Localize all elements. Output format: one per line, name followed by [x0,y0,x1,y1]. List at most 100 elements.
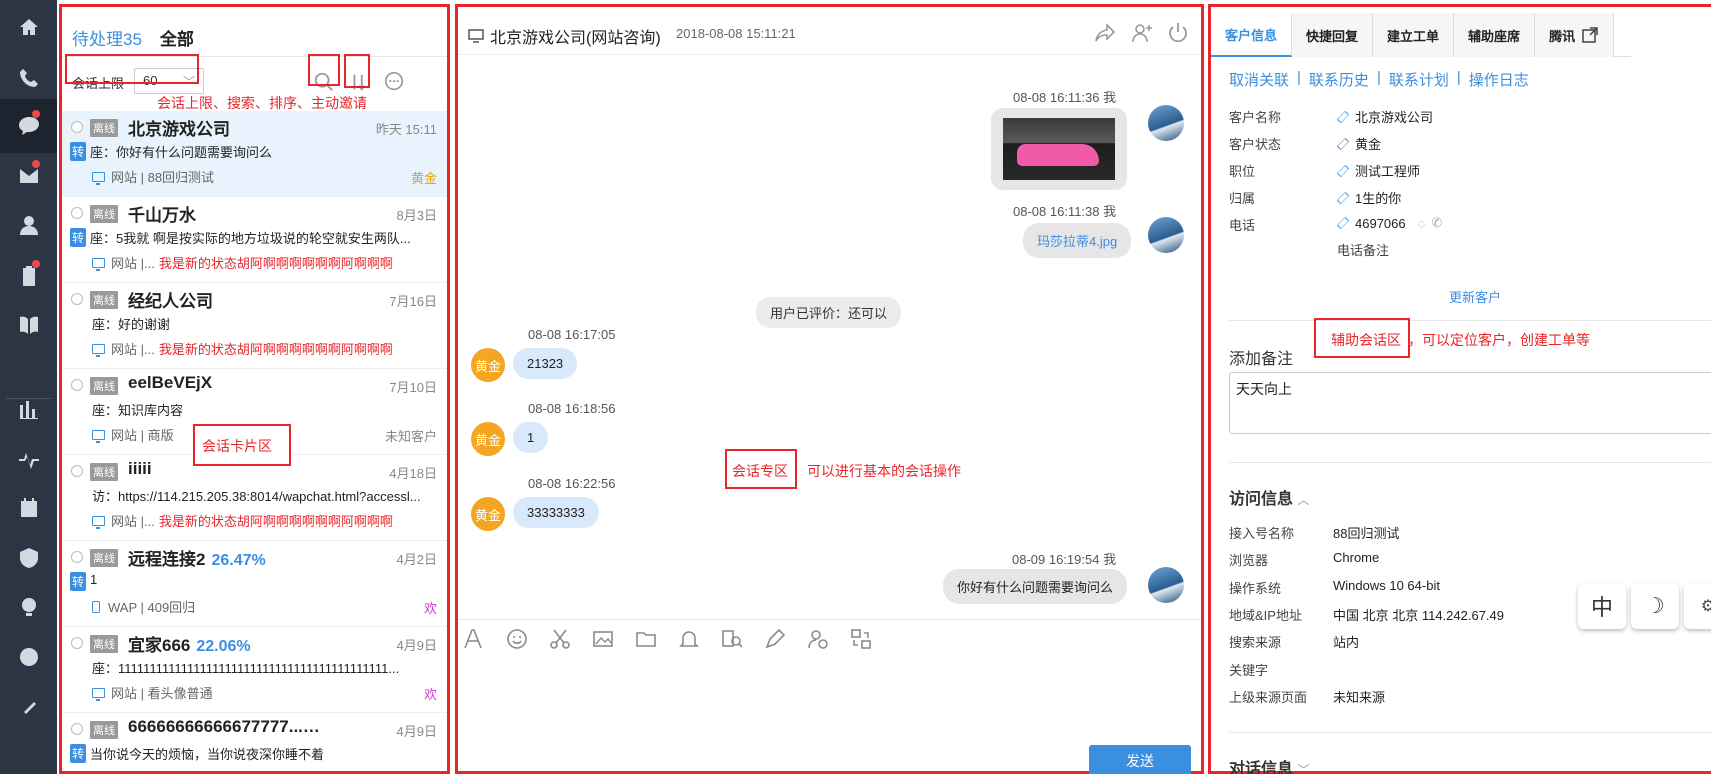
tab-4[interactable]: 腾讯 [1535,13,1615,57]
select-radio[interactable] [71,379,83,391]
note-chat-box: 会话专区 [732,463,788,479]
transfer-icon[interactable] [849,627,873,651]
call-icon[interactable]: ✆ [1431,215,1442,231]
note-assist-text: ，可以定位客户，创建工单等 [1408,332,1590,348]
customer-message: 33333333 [513,497,599,528]
session-card[interactable]: 离线 宜家666 22.06% 4月9日 座：111111111111111111111… [62,627,447,713]
sms-icon[interactable]: ◌ [1418,216,1426,231]
nav-item-message[interactable] [0,631,57,685]
monitor-icon [92,429,105,443]
edit-icon[interactable] [1336,191,1350,204]
image-message[interactable] [991,108,1127,190]
session-card[interactable]: 离线 北京游戏公司 昨天 15:11 转座：你好有什么问题需要询问么 网站 | 88回归… [62,111,447,197]
field-label: 客户状态 [1229,137,1282,152]
customer-link[interactable]: 联系计划 [1389,69,1449,90]
nav-item-home[interactable] [0,0,57,54]
visit-value: 站内 [1333,635,1360,651]
status-badge: 离线 [90,463,118,481]
folder-icon[interactable] [634,627,658,651]
session-card[interactable]: 离线 66666666666677777...44.12% 4月9日转当你说今天的烦… [62,713,447,774]
session-card[interactable]: 离线 iiiii 4月18日 访：https://114.215.205.38:801… [62,455,447,541]
image-icon[interactable] [591,627,615,651]
tab-all[interactable]: 全部 [160,25,194,56]
card-time: 4月9日 [396,638,437,653]
scissors-icon[interactable] [548,627,572,651]
nav-item-link[interactable] [0,680,57,734]
add-user-icon[interactable] [1130,21,1154,45]
home-icon [19,19,38,35]
monitor-icon [92,515,105,529]
transfer-badge: 转 [70,572,87,591]
lang-zh-button[interactable]: 中 [1578,583,1626,629]
nav-item-shield[interactable] [0,531,57,585]
customer-badge-avatar: 黄金 [471,497,505,531]
update-customer-link[interactable]: 更新客户 [1449,287,1501,306]
nav-item-phone[interactable] [0,51,57,105]
field-value[interactable]: 北京游戏公司 [1336,107,1433,126]
field-value[interactable]: 4697066 ◌ ✆ [1336,215,1442,231]
visit-info-title[interactable]: 访问信息 ︿ [1229,485,1309,509]
power-icon[interactable] [1166,21,1190,45]
settings-button[interactable]: ⚙ [1684,583,1711,629]
visit-label: 浏览器 [1229,553,1269,569]
nav-item-user[interactable] [0,198,57,252]
select-radio[interactable] [71,207,83,219]
card-source: 网站 | 409回归 [92,769,195,774]
search-book-icon[interactable] [720,627,744,651]
select-radio[interactable] [71,637,83,649]
msg-time: 08-08 16:18:56 [528,401,616,416]
visit-label: 地域&IP地址 [1229,607,1302,623]
nav-item-mail[interactable] [0,149,57,203]
customer-message: 21323 [513,348,578,379]
nav-item-chat[interactable] [0,99,57,153]
moon-button[interactable]: ☽ [1631,583,1679,629]
highlight-limit [65,54,199,84]
select-radio[interactable] [71,551,83,563]
pen-icon[interactable] [763,627,787,651]
emoji-icon[interactable] [505,627,529,651]
tab-3[interactable]: 辅助座席 [1454,13,1536,57]
book-icon [19,316,38,334]
customer-link[interactable]: 取消关联 [1229,69,1289,90]
select-radio[interactable] [71,293,83,305]
customer-link[interactable]: 操作日志 [1469,69,1529,90]
select-radio[interactable] [71,465,83,477]
customer-link[interactable]: 联系历史 [1309,69,1369,90]
user-block-icon[interactable] [806,627,830,651]
popout-icon[interactable] [1581,26,1599,44]
nav-item-bulb[interactable] [0,580,57,634]
remark-textarea[interactable]: 天天向上 [1229,372,1711,434]
font-icon[interactable] [461,627,485,651]
nav-item-clipboard[interactable] [0,249,57,303]
edit-icon[interactable] [1336,164,1350,177]
edit-icon[interactable] [1336,216,1350,230]
dialog-info-title[interactable]: 对话信息 ﹀ [1229,755,1309,774]
session-card[interactable]: 离线 经纪人公司 7月16日 座：好的谢谢 网站 |... 我是新的状态胡阿啊啊啊啊啊啊阿… [62,283,447,369]
field-value[interactable]: 1生的你 [1336,188,1401,207]
bell-icon[interactable] [677,627,701,651]
tab-1[interactable]: 快捷回复 [1292,13,1374,57]
tab-2[interactable]: 建立工单 [1373,13,1455,57]
select-radio[interactable] [71,723,83,735]
edit-icon[interactable] [1336,137,1350,150]
nav-item-book[interactable] [0,298,57,352]
nav-item-calendar[interactable] [0,481,57,535]
tab-pending[interactable]: 待处理35 [72,25,142,56]
file-message[interactable]: 玛莎拉蒂4.jpg [1023,223,1132,258]
select-radio[interactable] [71,121,83,133]
edit-icon[interactable] [1336,110,1350,123]
field-value[interactable]: 黄金 [1336,134,1381,153]
field-value[interactable]: 测试工程师 [1336,161,1420,180]
tab-0[interactable]: 客户信息 [1211,13,1293,57]
session-card[interactable]: 离线 远程连接2 26.47% 4月2日转 1 WAP | 409回归 欢 [62,541,447,627]
user-icon [19,216,38,235]
invite-icon[interactable] [383,71,405,93]
session-card[interactable]: 离线 千山万水 8月3日转座：5我就 啊是按实际的地方垃圾说的轮空就安生两队... 网… [62,197,447,283]
forward-icon[interactable] [1093,21,1117,45]
phone-icon [19,69,38,87]
nav-item-stats[interactable] [0,382,57,436]
last-message: 座：好的谢谢 [92,317,171,332]
status-badge: 离线 [90,205,118,223]
nav-item-pulse[interactable] [0,432,57,486]
send-button[interactable]: 发送 [1089,745,1191,774]
